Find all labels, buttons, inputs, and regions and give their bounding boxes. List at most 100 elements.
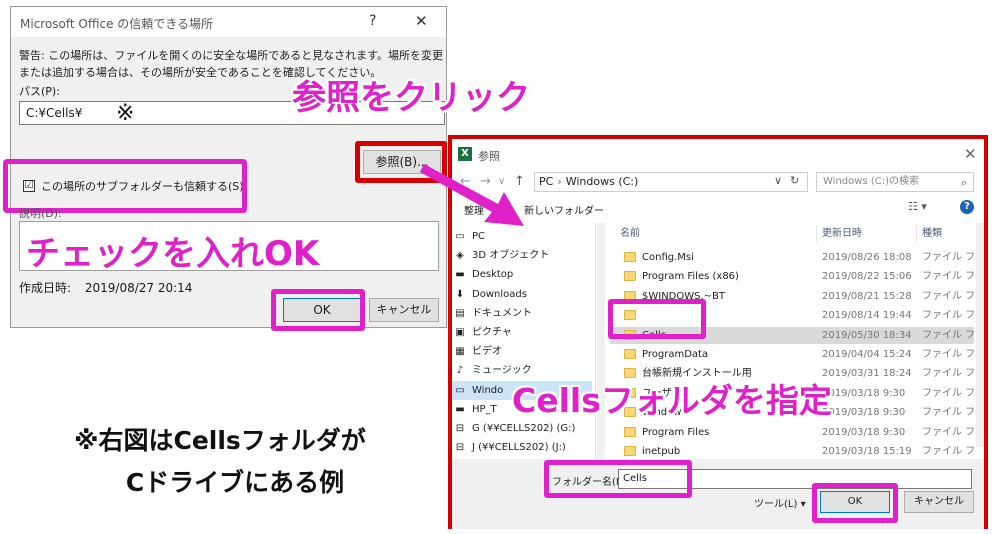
column-divider[interactable] [816,225,817,243]
file-list: 名前 更新日時 種類 Config.Msi 2019/08/26 18:08 ファイ… [610,223,974,459]
description-label: 説明(D): [19,207,62,220]
file-row[interactable]: ProgramData 2019/04/04 15:24 ファイル フォ [610,346,974,363]
nav-item[interactable]: ▦ ビデオ [452,342,592,361]
file-row[interactable]: inetpub 2019/03/18 15:19 ファイル フォ [610,443,974,459]
file-name: Program Files (x86) [642,271,739,283]
search-input[interactable]: Windows (C:)の検索 ⌕ [816,172,974,192]
search-placeholder: Windows (C:)の検索 [823,176,919,187]
network-drive-icon: ⊟ [455,442,465,454]
footnote-line-2: Cドライブにある例 [125,468,345,497]
column-header-name[interactable]: 名前 [620,223,640,245]
trusted-location-dialog: Microsoft Office の信頼できる場所 ? ✕ 警告: この場所は、… [3,6,447,331]
nav-item-label: ビデオ [472,346,502,358]
breadcrumb-pc[interactable]: PC [539,175,553,188]
created-value: 2019/08/27 20:14 [84,281,193,295]
refresh-icon[interactable]: ↻ [790,174,799,187]
nav-item-label: 3D オブジェクト [472,250,550,262]
footnote-line-1: ※右図はCellsフォルダが [74,426,366,455]
dropdown-arrow-icon: ▾ [800,499,806,510]
dialog-footer: フォルダー名(N): Cells ツール(L) ▾ OK キャンセル [452,459,984,529]
column-header-date[interactable]: 更新日時 [822,223,862,245]
downloads-icon: ⬇ [455,288,465,300]
nav-item[interactable]: ⊟ J (¥¥CELLS202) (J:) [452,438,592,457]
folder-icon [624,271,636,282]
nav-item[interactable]: ◈ 3D オブジェクト [452,246,592,265]
cancel-button[interactable]: キャンセル [904,491,974,513]
nav-item-label: Downloads [472,288,527,300]
ok-highlight-box [812,483,898,523]
tools-menu-button[interactable]: ツール(L) ▾ [754,495,806,510]
file-list-scrollbar[interactable] [976,223,984,447]
file-type: ファイル フォ [922,407,974,419]
cells-folder-highlight-box [608,299,706,339]
excel-icon: X [458,147,472,161]
nav-item[interactable]: ⬇ Downloads [452,285,592,304]
footnote: ※右図はCellsフォルダが Cドライブにある例 [30,420,450,504]
address-bar[interactable]: PC › Windows (C:) [534,172,808,192]
path-value: C:¥Cells¥ [26,106,83,120]
file-name: Program Files [642,426,710,438]
created-date: 作成日時: 2019/08/27 20:14 [19,279,192,296]
column-header-type[interactable]: 種類 [922,223,942,245]
column-divider[interactable] [916,225,917,243]
address-dropdown-icon[interactable]: ∨ [774,174,782,187]
annotation-click-browse: 参照をクリック [292,78,530,118]
file-date: 2019/08/14 19:44 [822,310,912,322]
folder-icon [624,426,636,437]
nav-item-label: ピクチャ [472,327,512,338]
nav-item-label: J (¥¥CELLS202) (J:) [472,442,566,454]
file-date: 2019/03/18 9:30 [822,407,906,419]
file-date: 2019/04/04 15:24 [822,349,912,360]
file-name: inetpub [642,446,681,457]
navigation-bar: ← → ∨ ↑ PC › Windows (C:) ∨ ↻ Windows (C:)… [452,169,984,195]
help-icon[interactable]: ? [369,13,376,29]
file-type: ファイル フォ [922,368,974,380]
view-options-icon[interactable]: ☷ ▾ [908,200,927,213]
videos-icon: ▦ [455,346,465,358]
file-type: ファイル フォ [922,329,974,341]
file-row[interactable]: Config.Msi 2019/08/26 18:08 ファイル フォ [610,249,974,266]
created-label: 作成日時: [19,281,72,295]
file-row[interactable]: Program Files 2019/03/18 9:30 ファイル フォ [610,424,974,441]
nav-item[interactable]: ▣ ピクチャ [452,323,592,342]
file-type: ファイル フォ [922,426,974,438]
file-type: ファイル フォ [922,446,974,457]
nav-item[interactable]: ▬ Desktop [452,265,592,284]
folder-name-highlight-box [544,460,692,498]
network-drive-icon: ⊟ [455,423,465,434]
file-row[interactable]: Program Files (x86) 2019/08/22 15:06 ファイル … [610,268,974,285]
close-icon[interactable]: ✕ [415,12,428,30]
file-name: ProgramData [642,349,709,360]
file-date: 2019/08/22 15:06 [822,271,912,283]
nav-item-label: Desktop [472,269,514,281]
documents-icon: ▤ [455,307,465,319]
file-type: ファイル フォ [922,271,974,283]
windows-drive-icon: ▭ [455,384,465,396]
help-icon[interactable]: ? [960,200,974,214]
hp-drive-icon: ▬ [455,403,465,415]
file-date: 2019/05/30 18:34 [822,329,912,341]
3d-objects-icon: ◈ [456,250,464,262]
file-type: ファイル フォ [922,387,974,399]
file-type: ファイル フォ [922,349,974,360]
file-type: ファイル フォ [922,290,974,302]
folder-icon [624,252,636,262]
breadcrumb-drive[interactable]: Windows (C:) [566,175,639,188]
title-bar: X 参照 ✕ [452,139,984,169]
close-icon[interactable]: ✕ [964,145,977,163]
nav-item[interactable]: ▤ ドキュメント [452,304,592,323]
navigation-pane: ▭ PC ◈ 3D オブジェクト ▬ Desktop ⬇ Downloads ▤ ドキュメント ▣ ピ… [452,223,596,459]
cancel-button[interactable]: キャンセル [369,298,439,322]
toolbar: 整理 新しいフォルダー ☷ ▾ ? [452,197,984,219]
pointer-arrow-icon [420,164,524,226]
new-folder-button[interactable]: 新しいフォルダー [524,202,604,217]
file-date: 2019/03/18 15:19 [822,446,912,457]
asterisk-mark: ※ [116,101,135,126]
nav-item-label: Windo [472,384,504,396]
pictures-icon: ▣ [455,327,465,338]
file-date: 2019/08/26 18:08 [822,252,912,263]
search-icon[interactable]: ⌕ [961,174,967,192]
title-bar: Microsoft Office の信頼できる場所 ? ✕ [11,7,446,37]
annotation-specify-cells: Cellsフォルダを指定 [512,381,832,420]
navigation-scrollbar[interactable] [597,223,605,459]
